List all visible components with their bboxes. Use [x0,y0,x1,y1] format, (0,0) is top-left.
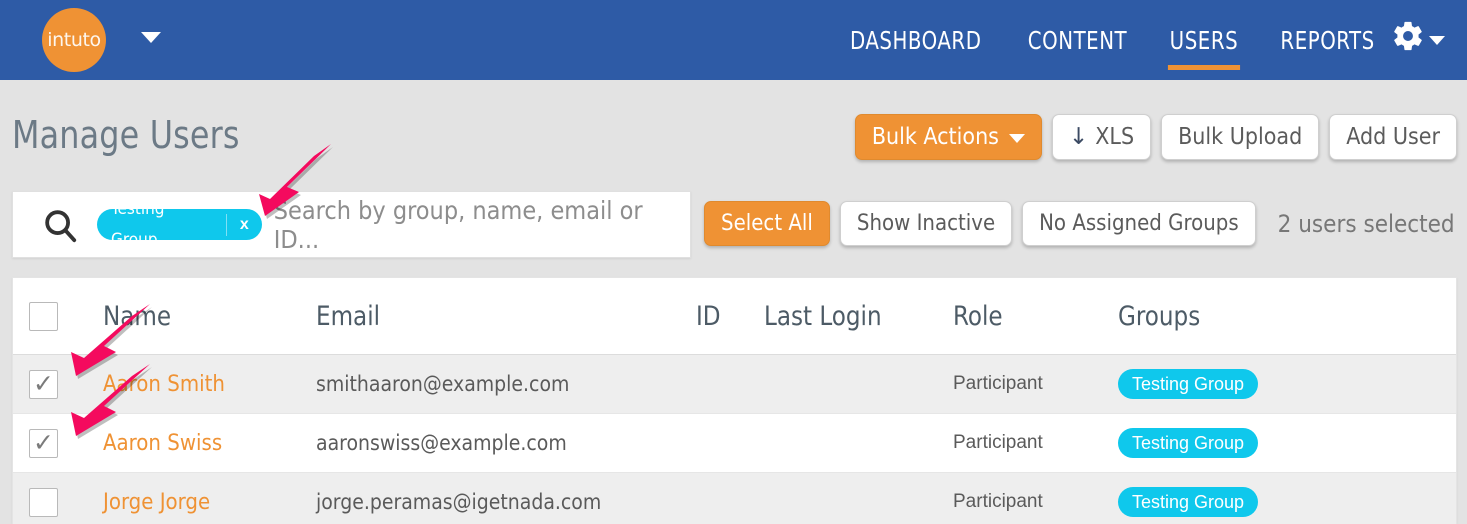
nav-item-users[interactable]: USERS [1167,0,1240,80]
column-header-role[interactable]: Role [953,301,1110,332]
add-user-button[interactable]: Add User [1329,114,1457,160]
show-inactive-label: Show Inactive [856,211,996,236]
primary-nav: DASHBOARD CONTENT USERS REPORTS [841,0,1381,80]
logo-circle: intuto [42,8,106,72]
page-action-buttons: Bulk Actions ↓ XLS Bulk Upload Add User [854,114,1457,160]
table-row[interactable]: ✓ Aaron Swiss aaronswiss@example.com Par… [13,414,1456,473]
chevron-down-icon [1008,134,1025,143]
no-assigned-groups-button[interactable]: No Assigned Groups [1022,201,1256,246]
row-checkbox-cell [13,487,103,517]
select-all-label: Select All [721,211,813,236]
export-xls-label: XLS [1095,124,1135,150]
logo-text: intuto [47,29,101,51]
user-email: aaronswiss@example.com [316,431,567,455]
header-checkbox-cell [13,301,103,331]
filter-toolbar: Select All Show Inactive No Assigned Gro… [704,201,1455,246]
show-inactive-button[interactable]: Show Inactive [839,201,1013,246]
column-header-name[interactable]: Name [103,301,305,332]
row-checkbox[interactable]: ✓ [29,427,58,458]
table-header-row: Name Email ID Last Login Role Groups [13,278,1456,355]
check-icon: ✓ [33,427,54,457]
search-icon [41,206,79,244]
row-checkbox[interactable] [29,487,58,517]
row-checkbox[interactable]: ✓ [29,368,58,399]
user-email: smithaaron@example.com [316,372,570,396]
add-user-label: Add User [1346,124,1440,150]
chevron-down-icon[interactable] [141,32,161,43]
user-role: Participant [953,432,1043,453]
export-xls-button[interactable]: ↓ XLS [1051,114,1152,160]
select-all-button[interactable]: Select All [704,201,830,246]
user-groups-cell: Testing Group [1118,487,1456,517]
page-title: Manage Users [12,113,240,157]
brand-logo[interactable]: intuto [42,8,106,72]
nav-item-reports[interactable]: REPORTS [1280,0,1374,80]
nav-item-content[interactable]: CONTENT [1028,0,1127,80]
gear-icon [1391,19,1425,58]
user-role: Participant [953,373,1043,394]
column-header-id[interactable]: ID [696,301,761,332]
group-pill[interactable]: Testing Group [1118,428,1259,458]
users-table: Name Email ID Last Login Role Groups ✓ A… [12,277,1457,524]
top-navigation-bar: intuto DASHBOARD CONTENT USERS REPORTS [0,0,1467,80]
row-checkbox-cell: ✓ [13,368,103,399]
user-name-link[interactable]: Jorge Jorge [103,490,316,515]
selected-count-text: 2 users selected [1277,209,1455,238]
search-bar[interactable]: Testing Group x Search by group, name, e… [12,191,691,258]
user-role: Participant [953,491,1043,512]
user-email: jorge.peramas@igetnada.com [316,490,602,514]
download-arrow-icon: ↓ [1068,123,1089,150]
no-assigned-groups-label: No Assigned Groups [1039,211,1239,236]
search-input[interactable]: Search by group, name, email or ID... [274,196,690,254]
user-name-link[interactable]: Aaron Swiss [103,431,316,456]
close-icon[interactable]: x [227,209,262,240]
column-header-email[interactable]: Email [316,301,677,332]
user-groups-cell: Testing Group [1118,369,1456,399]
settings-menu[interactable] [1391,19,1445,58]
group-pill[interactable]: Testing Group [1118,487,1259,517]
column-header-groups[interactable]: Groups [1118,301,1439,332]
nav-item-dashboard[interactable]: DASHBOARD [850,0,982,80]
check-icon: ✓ [33,368,54,398]
table-row[interactable]: ✓ Aaron Smith smithaaron@example.com Par… [13,355,1456,414]
column-header-last-login[interactable]: Last Login [764,301,944,332]
chevron-down-icon [1429,36,1445,45]
select-all-checkbox[interactable] [29,301,58,331]
bulk-upload-label: Bulk Upload [1178,124,1303,150]
search-filter-chip[interactable]: Testing Group x [97,209,262,240]
group-pill[interactable]: Testing Group [1118,369,1259,399]
search-filter-chip-label: Testing Group [111,209,164,240]
user-groups-cell: Testing Group [1118,428,1456,458]
bulk-actions-button[interactable]: Bulk Actions [854,114,1042,160]
bulk-actions-label: Bulk Actions [871,124,999,150]
user-name-link[interactable]: Aaron Smith [103,372,316,397]
table-row[interactable]: Jorge Jorge jorge.peramas@igetnada.com P… [13,473,1456,524]
row-checkbox-cell: ✓ [13,427,103,458]
bulk-upload-button[interactable]: Bulk Upload [1161,114,1320,160]
